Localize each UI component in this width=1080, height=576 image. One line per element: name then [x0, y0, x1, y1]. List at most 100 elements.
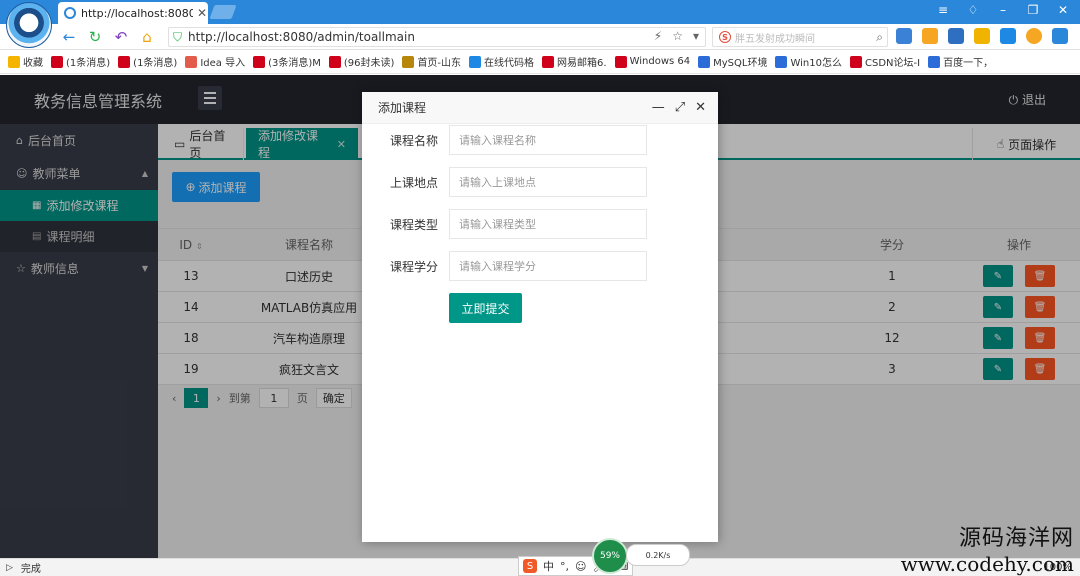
page-favicon-icon: [64, 7, 76, 19]
csdn-icon: [51, 55, 63, 68]
form-row-course-type: 课程类型 请输入课程类型: [362, 209, 718, 239]
bookmark-item[interactable]: 百度一下，: [928, 54, 993, 69]
form-row-course-name: 课程名称 请输入课程名称: [362, 125, 718, 155]
watermark-line1: 源码海洋网: [958, 526, 1074, 551]
dropdown-icon[interactable]: ▾: [693, 29, 699, 43]
idea-icon: [185, 55, 198, 68]
add-course-dialog: 添加课程 — ⤢ ✕ 课程名称 请输入课程名称 上课地点 请输入上课地点 课程类…: [362, 92, 718, 542]
bookmark-item[interactable]: Idea 导入: [185, 54, 245, 69]
bookmark-label: Idea 导入: [200, 58, 246, 69]
bookmark-item[interactable]: MySQL环境: [698, 54, 767, 69]
bookmark-tool-icon[interactable]: [922, 28, 938, 44]
bookmark-item[interactable]: 首页-山东: [402, 54, 461, 69]
bookmark-item[interactable]: (3条消息)M: [253, 54, 321, 69]
location-input[interactable]: 请输入上课地点: [449, 167, 647, 197]
close-window-icon[interactable]: ✕: [1056, 3, 1070, 17]
translate-icon[interactable]: [896, 28, 912, 44]
download-icon[interactable]: [1052, 28, 1068, 44]
restore-icon[interactable]: ❐: [1026, 3, 1040, 17]
submit-button[interactable]: 立即提交: [449, 293, 522, 323]
secure-shield-icon: ⛉: [173, 29, 183, 44]
close-tab-icon[interactable]: ✕: [197, 6, 207, 20]
bookmark-item[interactable]: (1条消息): [51, 54, 110, 69]
browser-toolbar: ← ↻ ↶ ⌂ ⛉ http://localhost:8080/admin/to…: [0, 24, 1080, 50]
emoji-icon[interactable]: ☺: [575, 560, 586, 573]
url-text: http://localhost:8080/admin/toallmain: [188, 30, 415, 44]
bookmark-label: 首页-山东: [417, 58, 462, 69]
emoji-icon[interactable]: [1026, 28, 1042, 44]
sogou-search-icon: S: [719, 31, 731, 43]
chinese-mode-icon[interactable]: 中: [543, 558, 554, 574]
bookmark-label: Windows 64: [629, 56, 691, 67]
bookmark-label: 网易邮箱6.: [557, 58, 607, 69]
bookmark-item[interactable]: (1条消息): [118, 54, 177, 69]
lightning-icon[interactable]: ⚡: [654, 29, 662, 43]
bookmark-item[interactable]: 收藏: [8, 54, 43, 69]
address-bar[interactable]: ⛉ http://localhost:8080/admin/toallmain …: [168, 27, 706, 47]
minimize-icon[interactable]: –: [996, 3, 1010, 17]
bookmark-label: 在线代码格: [484, 58, 535, 69]
punctuation-icon[interactable]: °,: [560, 560, 569, 573]
csdn-icon: [850, 55, 862, 68]
bookmark-label: (1条消息): [133, 58, 178, 69]
bookmark-label: (3条消息)M: [268, 58, 321, 69]
bookmarks-bar: 收藏 (1条消息) (1条消息) Idea 导入 (3条消息)M (96封未读) 首页-山东…: [0, 50, 1080, 74]
course-name-input[interactable]: 请输入课程名称: [449, 125, 647, 155]
sogou-ime-icon[interactable]: S: [523, 559, 537, 573]
course-type-label: 课程类型: [389, 218, 438, 232]
bookmark-label: MySQL环境: [713, 58, 768, 69]
csdn-icon: [118, 55, 131, 68]
bookmark-item[interactable]: Win10怎么: [775, 54, 842, 69]
bookmark-item[interactable]: (96封未读): [328, 54, 395, 69]
bookmark-label: 收藏: [23, 58, 43, 69]
network-speed: 0.2K/s: [626, 544, 690, 566]
window-controls: ≡ ♢ – ❐ ✕: [936, 3, 1070, 17]
paw-icon: [775, 55, 788, 68]
browser-tab-title: http://localhost:8080/a: [81, 6, 193, 20]
minimize-icon[interactable]: —: [652, 100, 665, 115]
form-row-credits: 课程学分 请输入课程学分: [362, 251, 718, 281]
site-icon: [402, 55, 415, 68]
bookmark-item[interactable]: CSDN论坛-I: [850, 54, 920, 69]
undo-icon[interactable]: ↶: [112, 28, 130, 46]
new-tab-button[interactable]: [209, 5, 237, 19]
search-box[interactable]: S 胖五发射成功瞬间 ⌕: [712, 27, 888, 47]
favorite-star-icon[interactable]: ☆: [672, 29, 683, 43]
browser-logo-icon[interactable]: [6, 2, 52, 48]
browser-icon[interactable]: [1000, 28, 1016, 44]
browser-tab[interactable]: http://localhost:8080/a ✕: [58, 2, 208, 24]
paw-icon: [698, 55, 711, 68]
scissors-icon[interactable]: [948, 28, 964, 44]
search-placeholder: 胖五发射成功瞬间: [735, 33, 815, 45]
bookmark-label: CSDN论坛-I: [865, 58, 921, 69]
location-label: 上课地点: [389, 176, 438, 190]
bookmark-item[interactable]: 网易邮箱6.: [542, 54, 607, 69]
bookmark-item[interactable]: 在线代码格: [469, 54, 534, 69]
close-icon[interactable]: ✕: [695, 100, 706, 115]
key-icon[interactable]: [974, 28, 990, 44]
refresh-icon[interactable]: ↻: [86, 28, 104, 46]
back-icon[interactable]: ←: [60, 28, 78, 46]
dialog-title: 添加课程: [378, 101, 427, 115]
mail-icon: [542, 55, 555, 68]
mail-icon: [328, 55, 341, 68]
paw-icon: [928, 55, 941, 68]
csdn-icon: [614, 55, 627, 68]
bookmark-label: (96封未读): [343, 58, 395, 69]
network-monitor-badge[interactable]: 59%: [592, 538, 628, 574]
credits-input[interactable]: 请输入课程学分: [449, 251, 647, 281]
course-type-input[interactable]: 请输入课程类型: [449, 209, 647, 239]
play-icon[interactable]: ▷: [6, 563, 13, 573]
menu-icon[interactable]: ≡: [936, 3, 950, 17]
globe-icon: [469, 55, 482, 68]
form-row-location: 上课地点 请输入上课地点: [362, 167, 718, 197]
browser-tab-strip: http://localhost:8080/a ✕ ≡ ♢ – ❐ ✕: [0, 0, 1080, 24]
skin-icon[interactable]: ♢: [966, 3, 980, 17]
bookmark-item[interactable]: Windows 64: [614, 55, 691, 68]
dialog-controls: — ⤢ ✕: [652, 100, 706, 115]
bookmark-label: Win10怎么: [790, 58, 842, 69]
search-icon[interactable]: ⌕: [876, 30, 883, 45]
maximize-icon[interactable]: ⤢: [675, 100, 685, 115]
home-icon[interactable]: ⌂: [138, 28, 156, 46]
toolbar-extension-icons: [896, 28, 1068, 44]
